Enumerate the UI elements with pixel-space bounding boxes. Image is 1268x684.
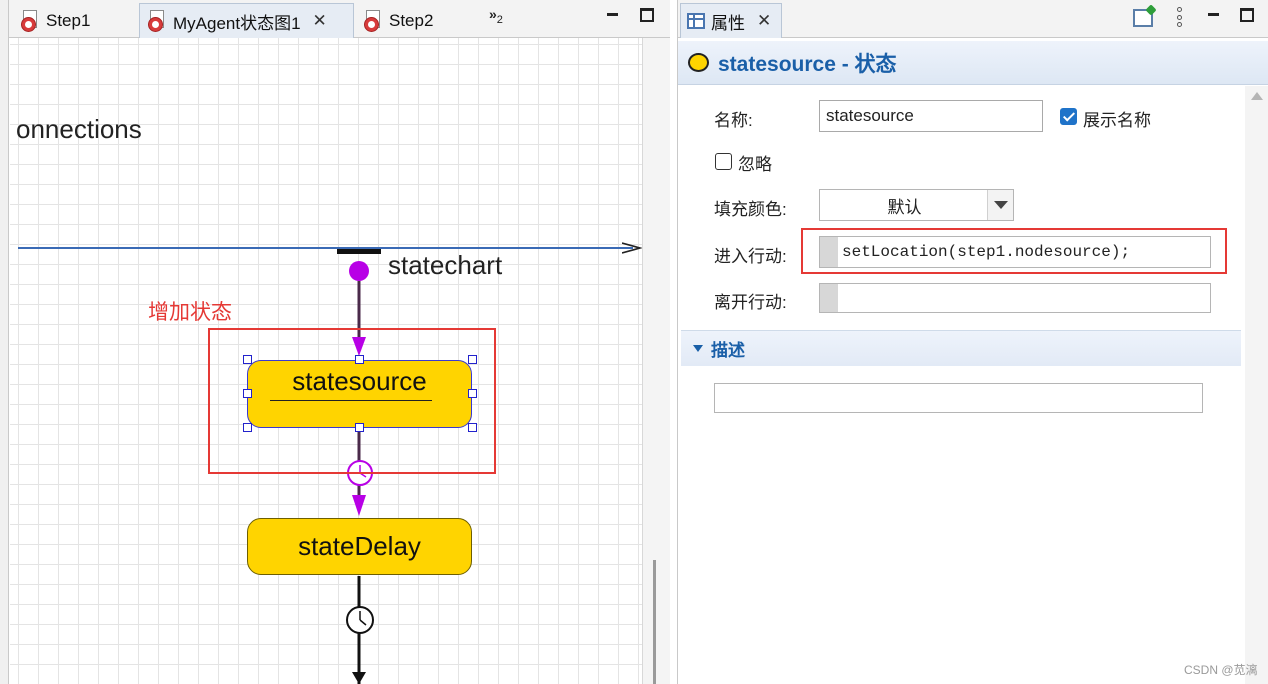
state-icon [688, 53, 709, 72]
highlight-box [801, 228, 1227, 274]
resize-handle[interactable] [243, 355, 252, 364]
agent-document-icon [148, 10, 167, 32]
properties-header: statesource - 状态 [678, 41, 1268, 85]
fill-color-label: 填充颜色: [714, 200, 787, 219]
close-icon[interactable]: ✕ [757, 11, 771, 31]
scroll-up-icon[interactable] [1251, 92, 1263, 100]
show-name-label: 展示名称 [1083, 111, 1151, 130]
maximize-icon[interactable] [1240, 8, 1254, 22]
enter-action-label: 进入行动: [714, 247, 787, 266]
state-label: stateDelay [298, 531, 421, 561]
state-label: statesource [292, 366, 427, 396]
state-statedelay[interactable]: stateDelay [247, 518, 472, 575]
properties-icon [687, 13, 705, 29]
tab-step2[interactable]: Step2 [356, 3, 482, 38]
exit-action-editor[interactable] [819, 283, 1211, 313]
agent-document-icon [21, 9, 40, 32]
exit-action-label: 离开行动: [714, 293, 787, 312]
tab-step1[interactable]: Step1 [13, 3, 137, 38]
fill-color-value: 默认 [887, 197, 922, 217]
fill-color-select[interactable]: 默认 [819, 189, 1014, 221]
ignore-label: 忽略 [738, 155, 772, 174]
minimize-icon[interactable] [606, 8, 620, 22]
chevron-down-icon[interactable] [987, 190, 1013, 220]
statechart-entry-bar[interactable] [337, 249, 381, 254]
watermark: CSDN @苋漓 [1184, 663, 1258, 677]
arrow-head-icon [622, 242, 642, 254]
ignore-checkbox[interactable] [715, 153, 732, 170]
tab-myagent-statechart[interactable]: MyAgent状态图1 ✕ [139, 3, 354, 38]
agent-document-icon [364, 9, 383, 32]
tab-label: Step2 [389, 10, 434, 30]
properties-tab-bar: 属性 ✕ [678, 0, 1268, 38]
vertical-scrollbar[interactable] [653, 560, 656, 684]
name-label: 名称: [714, 111, 753, 130]
close-icon[interactable]: ✕ [313, 11, 327, 31]
left-gutter [0, 0, 9, 684]
view-menu-icon[interactable] [1176, 7, 1182, 27]
minimize-icon[interactable] [1207, 8, 1221, 22]
tab-overflow-button[interactable]: »2 [489, 6, 503, 26]
tab-label: Step1 [46, 10, 91, 30]
tab-properties[interactable]: 属性 ✕ [680, 3, 783, 38]
statechart-editor: Step1 MyAgent状态图1 ✕ Step2 »2 onnections [0, 0, 670, 684]
connections-label: onnections [16, 114, 142, 144]
tab-label: MyAgent状态图1 [173, 13, 301, 33]
properties-panel: 属性 ✕ statesource - 状态 名称: statesource 展示… [677, 0, 1268, 684]
description-section-header[interactable]: 描述 [681, 330, 1241, 366]
resize-handle[interactable] [355, 355, 364, 364]
state-label-underline [270, 400, 432, 401]
resize-handle[interactable] [243, 389, 252, 398]
pin-icon[interactable] [1133, 9, 1153, 27]
show-name-checkbox[interactable] [1060, 108, 1077, 125]
properties-title: statesource - 状态 [718, 52, 897, 76]
resize-handle[interactable] [243, 423, 252, 432]
description-input[interactable] [714, 383, 1203, 413]
canvas-margin [642, 38, 670, 684]
statechart-label: statechart [388, 250, 503, 280]
vertical-scrollbar[interactable] [1245, 86, 1268, 684]
resize-handle[interactable] [468, 423, 477, 432]
maximize-icon[interactable] [640, 8, 654, 22]
collapse-arrow-icon [693, 345, 703, 352]
name-input[interactable]: statesource [819, 100, 1043, 132]
resize-handle[interactable] [468, 389, 477, 398]
description-section-label: 描述 [711, 341, 745, 360]
annotation-note: 增加状态 [148, 301, 232, 324]
code-gutter [820, 284, 838, 312]
resize-handle[interactable] [355, 423, 364, 432]
state-statesource[interactable]: statesource [247, 360, 472, 428]
resize-handle[interactable] [468, 355, 477, 364]
tab-label: 属性 [711, 13, 745, 33]
editor-tab-bar: Step1 MyAgent状态图1 ✕ Step2 »2 [9, 0, 670, 38]
connection-line[interactable] [18, 247, 633, 249]
statechart-entry-point[interactable] [349, 261, 369, 281]
